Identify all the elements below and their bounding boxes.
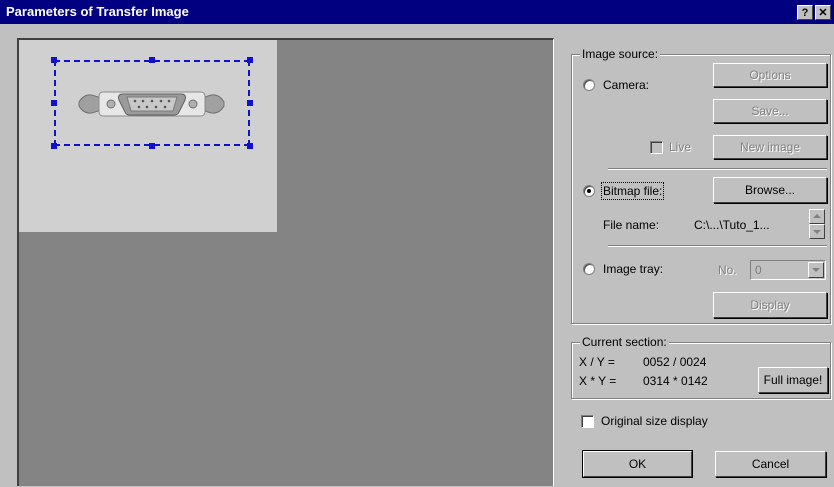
resize-handle[interactable] <box>149 143 155 149</box>
image-tray-label[interactable]: Image tray: <box>603 262 663 276</box>
resize-handle[interactable] <box>247 143 253 149</box>
live-label[interactable]: Live <box>669 140 691 154</box>
down-arrow-icon <box>813 230 821 234</box>
ok-button[interactable]: OK <box>582 450 693 478</box>
current-section-legend: Current section: <box>580 335 669 349</box>
dialog-window: Parameters of Transfer Image ? ✕ Image s… <box>0 0 834 487</box>
image-tray-radio[interactable] <box>583 263 595 275</box>
tray-number-label: No. <box>718 263 737 277</box>
divider <box>608 168 827 170</box>
bitmap-file-label[interactable]: Bitmap file: <box>600 182 665 200</box>
full-image-button[interactable]: Full image! <box>758 367 828 393</box>
title-bar[interactable]: Parameters of Transfer Image ? ✕ <box>0 0 834 24</box>
resize-handle[interactable] <box>51 143 57 149</box>
file-name-value: C:\...\Tuto_1... <box>694 218 770 232</box>
camera-label[interactable]: Camera: <box>603 78 649 92</box>
new-image-button[interactable]: New image <box>713 135 827 159</box>
tray-number-value: 0 <box>755 263 762 277</box>
close-button[interactable]: ✕ <box>815 5 831 20</box>
selection-rectangle[interactable] <box>54 60 250 146</box>
camera-radio[interactable] <box>583 79 595 91</box>
save-button[interactable]: Save... <box>713 99 827 123</box>
size-label: X * Y = <box>579 374 617 388</box>
resize-handle[interactable] <box>149 57 155 63</box>
xy-value: 0052 / 0024 <box>643 355 707 369</box>
display-button[interactable]: Display <box>713 292 827 318</box>
resize-handle[interactable] <box>247 100 253 106</box>
chevron-down-icon <box>812 268 820 272</box>
window-title: Parameters of Transfer Image <box>6 4 189 19</box>
options-button[interactable]: Options <box>713 63 827 87</box>
original-size-label[interactable]: Original size display <box>601 414 708 428</box>
spin-up-button[interactable] <box>809 209 825 224</box>
resize-handle[interactable] <box>51 57 57 63</box>
image-canvas[interactable] <box>17 38 554 486</box>
resize-handle[interactable] <box>51 100 57 106</box>
resize-handle[interactable] <box>247 57 253 63</box>
cancel-button[interactable]: Cancel <box>715 451 826 477</box>
tray-number-select[interactable]: 0 <box>750 260 826 280</box>
xy-label: X / Y = <box>579 355 615 369</box>
original-size-checkbox[interactable] <box>581 415 594 428</box>
size-value: 0314 * 0142 <box>643 374 708 388</box>
bitmap-file-radio[interactable] <box>583 185 595 197</box>
dropdown-button[interactable] <box>808 262 824 278</box>
image-preview <box>19 40 277 232</box>
image-source-legend: Image source: <box>580 47 661 61</box>
spin-down-button[interactable] <box>809 224 825 239</box>
divider <box>608 245 827 247</box>
help-button[interactable]: ? <box>797 5 813 20</box>
up-arrow-icon <box>813 214 821 218</box>
live-checkbox[interactable] <box>650 141 663 154</box>
file-name-label: File name: <box>603 218 660 232</box>
browse-button[interactable]: Browse... <box>713 177 827 203</box>
file-spinner[interactable] <box>809 209 825 239</box>
